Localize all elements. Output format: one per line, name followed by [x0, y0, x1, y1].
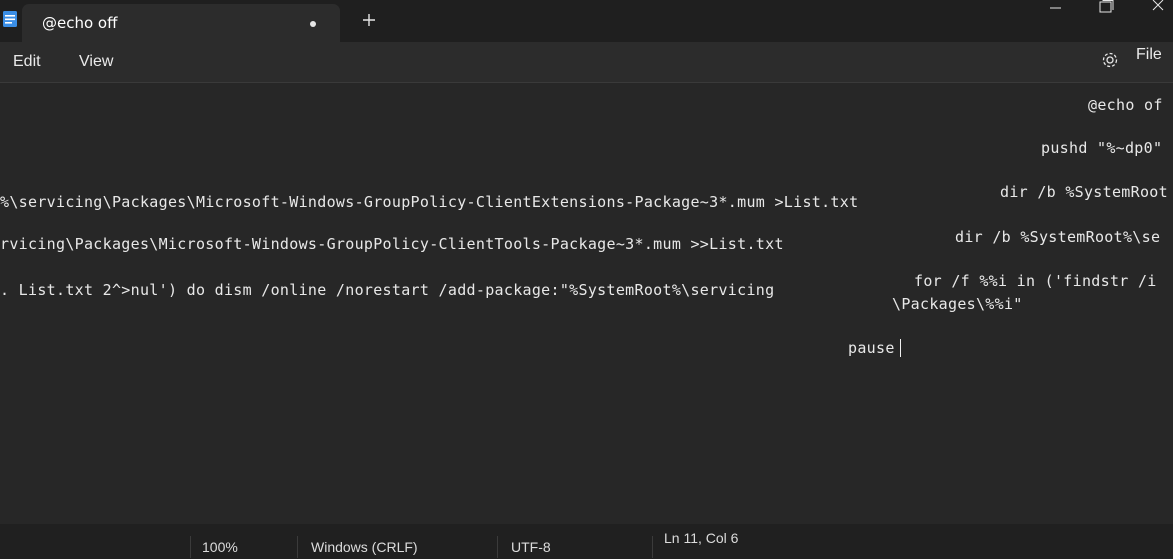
- status-position: Ln 11, Col 6: [664, 530, 739, 546]
- editor-line-5-left: . List.txt 2^>nul') do dism /online /nor…: [0, 281, 775, 299]
- editor-line-3-right: dir /b %SystemRoot: [1000, 183, 1168, 201]
- plus-icon: [363, 14, 375, 26]
- menu-view[interactable]: View: [79, 53, 113, 71]
- status-bar: 100% Windows (CRLF) UTF-8 Ln 11, Col 6: [0, 524, 1173, 559]
- unsaved-dot-icon[interactable]: [310, 21, 316, 27]
- menu-file[interactable]: File: [1136, 46, 1162, 64]
- editor-line-1: @echo of: [1088, 96, 1163, 114]
- status-separator: [652, 536, 653, 558]
- status-separator: [497, 536, 498, 558]
- close-icon: [1152, 0, 1164, 11]
- minimize-icon: [1050, 7, 1061, 9]
- status-encoding[interactable]: UTF-8: [511, 539, 551, 555]
- text-caret: [900, 339, 901, 357]
- tab-title: @echo off: [42, 14, 118, 32]
- editor-line-3-left: %\servicing\Packages\Microsoft-Windows-G…: [0, 193, 859, 211]
- maximize-icon: [1099, 0, 1114, 13]
- editor-line-4-right: dir /b %SystemRoot%\se: [955, 228, 1161, 246]
- tab-echo-off[interactable]: @echo off: [22, 4, 340, 42]
- settings-gear-icon[interactable]: [1100, 50, 1120, 70]
- editor-line-5-right: for /f %%i in ('findstr /i: [914, 272, 1157, 290]
- new-tab-button[interactable]: [358, 7, 380, 33]
- status-line-ending[interactable]: Windows (CRLF): [311, 539, 418, 555]
- title-bar: @echo off: [0, 0, 1173, 42]
- maximize-button[interactable]: [1092, 0, 1122, 18]
- minimize-button[interactable]: [1040, 0, 1070, 18]
- text-editor[interactable]: @echo of pushd "%~dp0" dir /b %SystemRoo…: [0, 83, 1173, 524]
- menu-bar: Edit View: [0, 42, 1173, 82]
- notepad-app-icon: [3, 11, 17, 27]
- editor-line-2: pushd "%~dp0": [1041, 139, 1163, 157]
- editor-line-4-left: rvicing\Packages\Microsoft-Windows-Group…: [0, 235, 784, 253]
- editor-line-6: \Packages\%%i": [892, 295, 1023, 313]
- menu-edit[interactable]: Edit: [13, 53, 41, 71]
- status-zoom[interactable]: 100%: [202, 539, 238, 555]
- editor-line-7: pause: [848, 339, 895, 357]
- status-separator: [190, 536, 191, 558]
- status-separator: [297, 536, 298, 558]
- close-button[interactable]: [1143, 0, 1173, 18]
